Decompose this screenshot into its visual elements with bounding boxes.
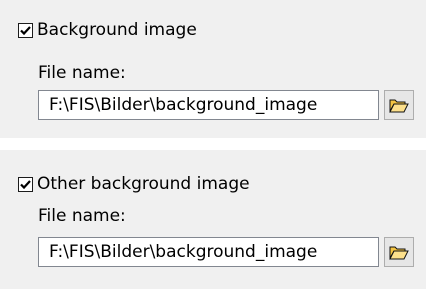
background-image-checkbox[interactable] (18, 22, 33, 38)
browse-button[interactable] (384, 237, 414, 267)
checkmark-icon (20, 25, 31, 35)
checkmark-icon (20, 179, 31, 189)
folder-open-icon (389, 246, 409, 260)
browse-button[interactable] (384, 90, 414, 120)
file-name-label: File name: (38, 63, 126, 83)
other-background-image-checkbox-label: Other background image (37, 174, 250, 194)
other-background-image-checkbox[interactable] (18, 176, 33, 192)
background-image-checkbox-label: Background image (37, 20, 197, 40)
other-background-image-checkbox-row[interactable]: Other background image (18, 174, 290, 194)
background-image-checkbox-row[interactable]: Background image (18, 20, 197, 40)
background-image-file-input[interactable]: F:\FIS\Bilder\background_image (38, 90, 379, 120)
folder-open-icon (389, 99, 409, 113)
file-name-label: File name: (38, 206, 126, 226)
other-background-image-file-input[interactable]: F:\FIS\Bilder\background_image (38, 237, 379, 267)
